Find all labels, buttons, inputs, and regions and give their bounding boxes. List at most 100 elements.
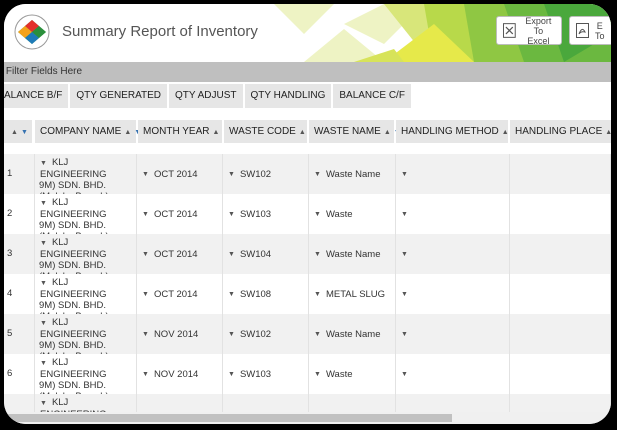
company-cell[interactable]: ▼KLJ ENGINEERING 9M) SDN. BHD. (Malaka B… (35, 354, 137, 402)
column-header-waste-name[interactable]: WASTE NAME▲▼ (309, 120, 401, 143)
scrollbar-thumb[interactable] (4, 414, 452, 422)
horizontal-scrollbar[interactable] (4, 412, 611, 424)
chevron-down-icon[interactable]: ▼ (314, 291, 321, 298)
sort-arrows-icon[interactable]: ▲ (384, 129, 391, 136)
column-label: COMPANY NAME (40, 126, 122, 137)
chevron-down-icon[interactable]: ▼ (40, 160, 47, 167)
chevron-down-icon[interactable]: ▼ (228, 371, 235, 378)
measure-balance-bf[interactable]: ALANCE B/F (4, 84, 69, 108)
month-cell[interactable]: ▼ OCT 2014 (137, 154, 223, 194)
sort-arrows-icon[interactable]: ▲ (299, 129, 306, 136)
chevron-down-icon[interactable]: ▼ (228, 211, 235, 218)
handling-method-cell[interactable]: ▼ (396, 234, 510, 274)
sort-arrows-icon[interactable]: ▲ (124, 129, 131, 136)
chevron-down-icon[interactable]: ▼ (40, 360, 47, 367)
waste-name-cell[interactable]: ▼ METAL SLUG (309, 274, 396, 314)
handling-method-cell[interactable]: ▼ (396, 194, 510, 234)
chevron-down-icon[interactable]: ▼ (401, 211, 408, 218)
month-cell[interactable]: ▼ OCT 2014 (137, 274, 223, 314)
column-label: WASTE CODE (229, 126, 296, 137)
export-pdf-button[interactable]: E To (569, 16, 611, 45)
waste-name-cell[interactable]: ▼ Waste Name (309, 314, 396, 354)
measure-qty-generated[interactable]: QTY GENERATED (70, 84, 168, 108)
company-cell[interactable]: ▼KLJ ENGINEERING 9M) SDN. BHD. (Malaka B… (35, 194, 137, 242)
chevron-down-icon[interactable]: ▼ (40, 200, 47, 207)
chevron-down-icon[interactable]: ▼ (314, 251, 321, 258)
company-cell[interactable]: ▼KLJ ENGINEERING 9M) SDN. BHD. (Malaka B… (35, 154, 137, 202)
chevron-down-icon[interactable]: ▼ (401, 371, 408, 378)
chevron-down-icon[interactable]: ▼ (40, 280, 47, 287)
chevron-down-icon[interactable]: ▼ (314, 371, 321, 378)
handling-method-cell[interactable]: ▼ (396, 314, 510, 354)
chevron-down-icon[interactable]: ▼ (142, 331, 149, 338)
row-index-cell: 6 (4, 354, 35, 394)
column-header-month[interactable]: MONTH YEAR▲▼ (138, 120, 229, 143)
chevron-down-icon[interactable]: ▼ (228, 251, 235, 258)
pdf-file-icon (576, 23, 589, 38)
chevron-down-icon[interactable]: ▼ (142, 371, 149, 378)
chevron-down-icon[interactable]: ▼ (401, 251, 408, 258)
column-header-handling-method[interactable]: HANDLING METHOD▲▼ (396, 120, 519, 143)
waste-name-cell[interactable]: ▼ Waste (309, 354, 396, 394)
chevron-down-icon[interactable]: ▼ (142, 171, 149, 178)
company-cell[interactable]: ▼KLJ ENGINEERING 9M) SDN. BHD. (Malaka B… (35, 314, 137, 362)
chevron-down-icon[interactable]: ▼ (142, 251, 149, 258)
chevron-down-icon[interactable]: ▼ (40, 240, 47, 247)
sort-arrows-icon[interactable]: ▲ (213, 129, 220, 136)
sort-arrows-icon[interactable]: ▲ (502, 129, 509, 136)
column-label: HANDLING METHOD (401, 126, 499, 137)
company-cell[interactable]: ▼KLJ ENGINEERING 9M) SDN. BHD. (Malaka B… (35, 274, 137, 322)
measure-qty-adjust[interactable]: QTY ADJUST (169, 84, 243, 108)
handling-method-cell[interactable]: ▼ (396, 274, 510, 314)
waste-code-cell[interactable]: ▼ SW102 (223, 154, 309, 194)
waste-name-cell[interactable]: ▼ Waste Name (309, 154, 396, 194)
company-cell[interactable]: ▼KLJ ENGINEERING (35, 394, 137, 412)
measure-qty-handling[interactable]: QTY HANDLING (244, 84, 332, 108)
measure-fields: ALANCE B/F QTY GENERATED QTY ADJUST QTY … (4, 84, 411, 108)
column-header-handling-place[interactable]: HANDLING PLACE▲▼ (510, 120, 611, 143)
month-cell[interactable]: ▼ OCT 2014 (137, 234, 223, 274)
sort-arrows-icon[interactable]: ▲ (605, 129, 611, 136)
table-row: 4 ▼KLJ ENGINEERING 9M) SDN. BHD. (Malaka… (4, 274, 611, 322)
chevron-down-icon[interactable]: ▼ (228, 291, 235, 298)
row-index-cell: 2 (4, 194, 35, 234)
chevron-down-icon[interactable]: ▼ (314, 331, 321, 338)
filter-drop-zone[interactable]: op Filter Fields Here (4, 62, 611, 82)
waste-code-cell[interactable]: ▼ SW103 (223, 354, 309, 394)
company-cell[interactable]: ▼KLJ ENGINEERING 9M) SDN. BHD. (Malaka B… (35, 234, 137, 282)
table-row: 3 ▼KLJ ENGINEERING 9M) SDN. BHD. (Malaka… (4, 234, 611, 282)
chevron-down-icon[interactable]: ▼ (40, 320, 47, 327)
column-header-company[interactable]: COMPANY NAME▲▼ (35, 120, 141, 143)
month-cell[interactable]: ▼ NOV 2014 (137, 354, 223, 394)
table-row: 6 ▼KLJ ENGINEERING 9M) SDN. BHD. (Malaka… (4, 354, 611, 402)
waste-code-cell[interactable]: ▼ SW104 (223, 234, 309, 274)
handling-method-cell[interactable]: ▼ (396, 354, 510, 394)
chevron-down-icon[interactable]: ▼ (314, 171, 321, 178)
waste-name-cell[interactable]: ▼ Waste (309, 194, 396, 234)
chevron-down-icon[interactable]: ▼ (142, 211, 149, 218)
month-cell[interactable]: ▼ NOV 2014 (137, 314, 223, 354)
chevron-down-icon[interactable]: ▼ (228, 331, 235, 338)
column-header-index[interactable]: ▲ ▼ (4, 120, 32, 143)
measure-balance-cf[interactable]: BALANCE C/F (333, 84, 411, 108)
waste-name-cell[interactable]: ▼ Waste Name (309, 234, 396, 274)
company-logo-icon (14, 14, 50, 50)
column-label: HANDLING PLACE (515, 126, 603, 137)
column-header-waste-code[interactable]: WASTE CODE▲▼ (224, 120, 316, 143)
chevron-down-icon[interactable]: ▼ (142, 291, 149, 298)
chevron-down-icon[interactable]: ▼ (314, 211, 321, 218)
chevron-down-icon[interactable]: ▼ (401, 171, 408, 178)
waste-code-cell[interactable]: ▼ SW103 (223, 194, 309, 234)
filter-funnel-icon[interactable]: ▼ (21, 129, 28, 136)
export-excel-button[interactable]: Export To Excel (496, 16, 562, 46)
chevron-down-icon[interactable]: ▼ (401, 291, 408, 298)
month-cell[interactable]: ▼ OCT 2014 (137, 194, 223, 234)
chevron-down-icon[interactable]: ▼ (228, 171, 235, 178)
sort-arrows-icon[interactable]: ▲ (11, 129, 18, 136)
waste-code-cell[interactable]: ▼ SW108 (223, 274, 309, 314)
waste-code-cell[interactable]: ▼ SW102 (223, 314, 309, 354)
table-row: ▼KLJ ENGINEERING (4, 394, 611, 412)
chevron-down-icon[interactable]: ▼ (40, 400, 47, 407)
handling-method-cell[interactable]: ▼ (396, 154, 510, 194)
chevron-down-icon[interactable]: ▼ (401, 331, 408, 338)
